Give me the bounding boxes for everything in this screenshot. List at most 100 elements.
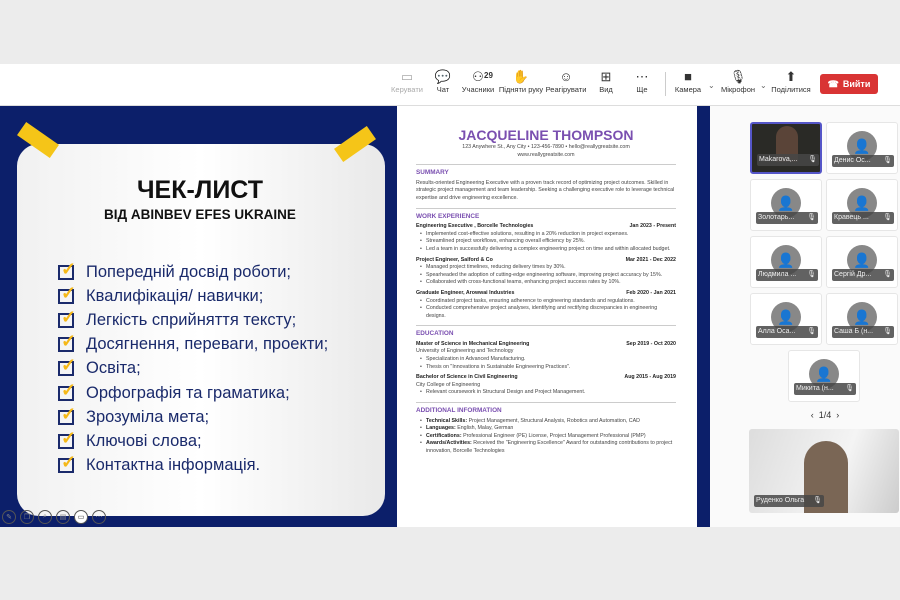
toolbar-label: Чат — [436, 85, 450, 94]
leave-button[interactable]: ☎ Вийти — [820, 74, 878, 94]
additional-item: Languages: English, Malay, German — [416, 425, 676, 433]
participant-tile[interactable]: 👤 Саша Б (н... 🎙 — [826, 293, 898, 345]
participant-tile[interactable]: 👤 Людмила ... 🎙 — [750, 236, 822, 288]
mic-off-icon: 🎙 — [883, 214, 892, 221]
phone-hangup-icon: ☎ — [827, 78, 839, 89]
entry-school: University of Engineering and Technology — [416, 348, 514, 355]
checkbox-checked-icon — [58, 355, 76, 377]
raise-hand-icon: ✋ — [512, 69, 530, 84]
smiley-icon: ☺ — [559, 69, 573, 84]
additional-label: Certifications: — [426, 432, 462, 439]
checkbox-checked-icon — [58, 331, 76, 353]
chat-icon: 💬 — [434, 69, 452, 84]
bullet: Led a team in successfully delivering a … — [416, 246, 676, 254]
entry-title: Bachelor of Science in Civil Engineering — [416, 374, 518, 381]
section-work: WORK EXPERIENCE — [416, 212, 480, 220]
zoom-icon[interactable]: ⌕ — [38, 510, 52, 524]
slides-icon[interactable]: ▤ — [56, 510, 70, 524]
more-icon[interactable]: ⋯ — [92, 510, 106, 524]
checkbox-checked-icon — [58, 404, 76, 425]
participant-name: Алла Оса... 🎙 — [756, 326, 818, 338]
entry-title: Graduate Engineer, Arowwai Industries — [416, 289, 515, 296]
video-icon[interactable]: ▭ — [74, 510, 88, 524]
toolbar-raise-hand-button[interactable]: ✋ Підняти руку — [496, 69, 546, 94]
toolbar-share-button[interactable]: ⬆ Поділитися — [766, 69, 816, 94]
checklist-item: Ключові слова; — [58, 428, 328, 453]
participant-name-text: Саша Б (н... — [834, 328, 874, 335]
additional-text: Project Management, Structural Analysis,… — [467, 417, 640, 424]
entry-dates: Aug 2015 - Aug 2019 — [624, 374, 676, 381]
participant-name: Руденко Ольга 🎙 — [754, 495, 824, 507]
pen-icon[interactable]: ✎ — [2, 510, 16, 524]
screen-control-icon: ▭ — [400, 69, 414, 84]
resume-name: JACQUELINE THOMPSON — [458, 127, 634, 143]
checklist-item: Легкість сприйняття тексту; — [58, 307, 328, 332]
participant-tile[interactable]: 👤 Денис Ос... 🎙 — [826, 122, 898, 174]
toolbar-label: Учасники — [461, 85, 495, 94]
shared-screen: ЧЕК-ЛИСТ ВІД ABINBEV EFES UKRAINE Попере… — [0, 106, 710, 527]
copy-icon[interactable]: ❐ — [20, 510, 34, 524]
checklist-text: Орфографія та граматика; — [86, 383, 290, 402]
gallery-pager: ‹ 1/4 › — [810, 410, 840, 420]
participant-name: Золотарь... 🎙 — [756, 212, 818, 224]
entry-school: City College of Engineering — [416, 381, 481, 388]
mic-off-icon: 🎙 — [729, 69, 747, 84]
additional-item: Certifications: Professional Engineer (P… — [416, 433, 676, 441]
participant-tile[interactable]: 👤 Золотарь... 🎙 — [750, 179, 822, 231]
prev-page-button[interactable]: ‹ — [811, 410, 814, 420]
bullet: Relevant coursework in Structural Design… — [416, 389, 676, 397]
mic-off-icon: 🎙 — [813, 497, 822, 504]
toolbar-more-button[interactable]: ⋯ Ще — [617, 69, 667, 94]
people-icon: ⚇ — [472, 69, 484, 84]
participant-name-text: Микита (н... — [796, 385, 834, 392]
checklist-item: Контактна інформація. — [58, 452, 328, 478]
toolbar-label: Ще — [636, 85, 648, 94]
participant-tile[interactable]: 👤 Сергій Др... 🎙 — [826, 236, 898, 288]
checklist-text: Контактна інформація. — [86, 456, 261, 475]
bullet: Thesis on "Innovations in Sustainable En… — [416, 364, 676, 372]
additional-text: English, Malay, German — [455, 425, 514, 432]
participant-tile[interactable]: 👤 Алла Оса... 🎙 — [750, 293, 822, 345]
resume-website: www.reallygreatsite.com — [517, 151, 575, 158]
entry-header: Project Engineer, Salford & Co Mar 2021 -… — [416, 257, 676, 265]
section-summary: SUMMARY — [416, 169, 449, 177]
toolbar-camera-button[interactable]: ■ Камера — [663, 69, 713, 94]
checkbox-checked-icon — [58, 283, 76, 304]
toolbar-mic-off-button[interactable]: 🎙 Мікрофон — [713, 69, 763, 94]
bullet: Conducted comprehensive project analyses… — [416, 305, 676, 320]
participant-tile[interactable]: Makarova,... 🎙 — [750, 122, 822, 174]
checklist-item: Орфографія та граматика; — [58, 380, 328, 405]
next-page-button[interactable]: › — [836, 410, 839, 420]
entry-dates: Sep 2019 - Oct 2020 — [626, 340, 676, 347]
additional-label: Awards/Activities: — [426, 440, 472, 447]
checklist-text: Освіта; — [86, 359, 141, 378]
entry-title: Engineering Executive , Borcelle Technol… — [416, 223, 534, 230]
share-icon: ⬆ — [785, 69, 797, 84]
bullet: Streamlined project workflows, enhancing… — [416, 238, 676, 246]
participant-tile[interactable]: 👤 Кравець ... 🎙 — [826, 179, 898, 231]
entry-header: Bachelor of Science in Civil Engineering… — [416, 374, 676, 382]
participant-name-text: Денис Ос... — [834, 157, 871, 164]
speaker-video[interactable]: Руденко Ольга 🎙 — [749, 429, 899, 513]
checklist-item: Попередній досвід роботи; — [58, 259, 328, 284]
checklist-text: Зрозуміла мета; — [86, 407, 210, 426]
entry-title: Master of Science in Mechanical Engineer… — [416, 340, 530, 347]
slide-tools: ✎ ❐ ⌕ ▤ ▭ ⋯ — [2, 510, 106, 524]
entry-dates: Mar 2021 - Dec 2022 — [625, 256, 676, 263]
section-additional: ADDITIONAL INFORMATION — [416, 407, 502, 415]
participant-tile[interactable]: 👤 Микита (н... 🎙 — [788, 350, 860, 402]
toolbar-label: Камера — [674, 85, 702, 94]
mic-off-icon: 🎙 — [845, 385, 854, 392]
grid-icon: ⊞ — [600, 69, 612, 84]
participant-name: Денис Ос... 🎙 — [832, 155, 894, 167]
checkbox-checked-icon — [58, 259, 76, 280]
entry-header: Graduate Engineer, Arowwai Industries Feb… — [416, 290, 676, 298]
slide-subtitle: ВІД ABINBEV EFES UKRAINE — [104, 207, 296, 222]
entry-dates: Feb 2020 - Jan 2021 — [626, 289, 676, 296]
bullet: Collaborated with cross-functional teams… — [416, 279, 676, 287]
participant-name-text: Алла Оса... — [758, 328, 796, 335]
checkbox-checked-icon — [58, 452, 76, 474]
checklist-item: Зрозуміла мета; — [58, 404, 328, 429]
participant-name: Makarova,... 🎙 — [757, 154, 819, 166]
participant-count: 29 — [484, 71, 493, 80]
